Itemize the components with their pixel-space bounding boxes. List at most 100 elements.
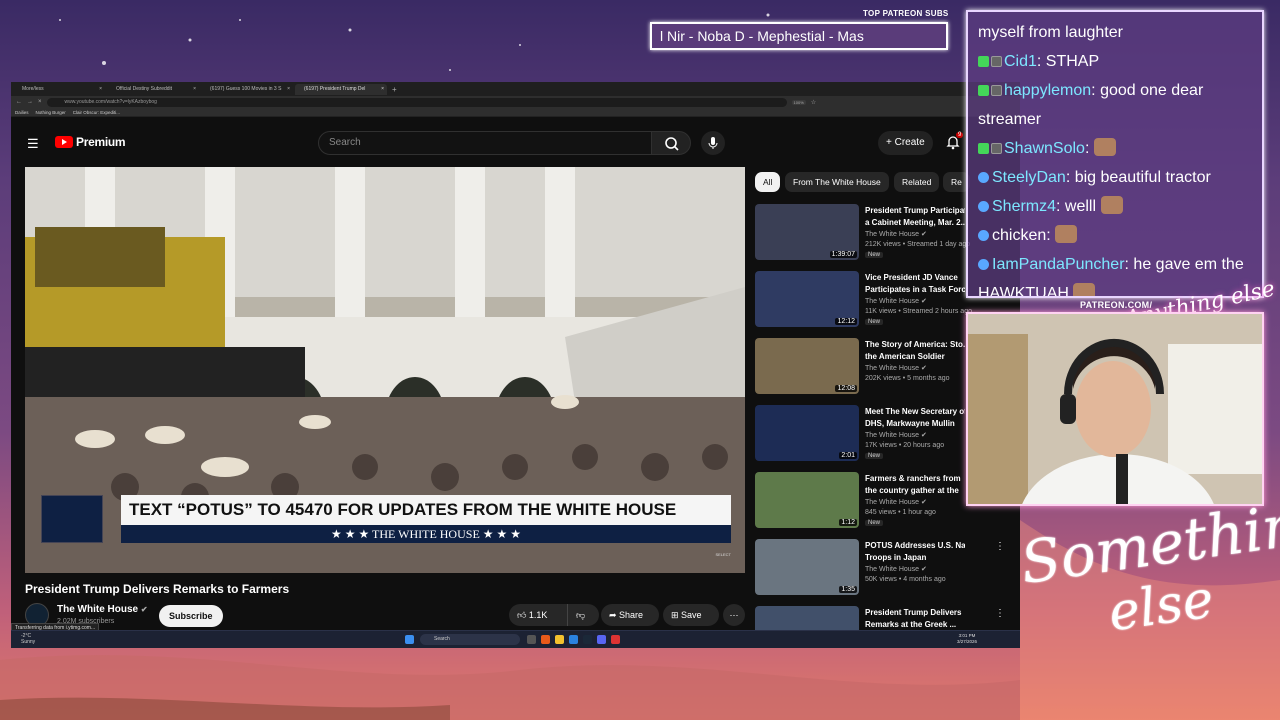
- logo-text: Premium: [76, 135, 126, 149]
- related-title-line2[interactable]: a Cabinet Meeting, Mar. 2...: [865, 217, 965, 229]
- kick-badge-icon: [978, 85, 989, 96]
- star-icon[interactable]: ☆: [811, 99, 816, 106]
- chat-username[interactable]: happylemon: [1004, 82, 1091, 99]
- stop-icon[interactable]: ×: [38, 99, 42, 105]
- firefox-icon[interactable]: [541, 635, 550, 644]
- related-channel[interactable]: The White House ✔: [865, 297, 927, 305]
- video-thumbnail[interactable]: 1:35: [755, 539, 859, 595]
- emote-icon: [1100, 196, 1123, 214]
- store-icon[interactable]: [569, 635, 578, 644]
- plus-icon: +: [886, 137, 895, 148]
- menu-icon[interactable]: ☰: [27, 137, 39, 150]
- video-thumbnail[interactable]: 1:12: [755, 472, 859, 528]
- chat-text: myself from laughter: [978, 24, 1123, 41]
- related-title-line2[interactable]: the American Soldier: [865, 351, 965, 363]
- close-icon[interactable]: ×: [99, 84, 102, 95]
- sub-badge-icon: [991, 85, 1002, 96]
- related-title-line2[interactable]: Participates in a Task Force: [865, 284, 965, 296]
- dislike-button[interactable]: 👎︎: [567, 604, 599, 626]
- taskbar-clock[interactable]: 3:01 PM 3/27/2026: [957, 633, 977, 645]
- chat-text: :: [1046, 227, 1051, 244]
- chip-all[interactable]: All: [755, 172, 781, 192]
- new-tab-button[interactable]: +: [392, 85, 397, 94]
- bookmarks-bar: Dailies Nothing Burger Clair Obscur: Exp…: [11, 108, 1020, 117]
- chat-username[interactable]: Shermz4: [992, 198, 1056, 215]
- related-title-line2[interactable]: Troops in Japan: [865, 552, 965, 564]
- more-options-icon[interactable]: ⋮: [995, 608, 1005, 619]
- chat-text: : STHAP: [1036, 53, 1100, 70]
- chat-username[interactable]: ShawnSolo: [1004, 140, 1085, 157]
- related-title[interactable]: The Story of America: Sto...: [865, 339, 965, 351]
- chip-related[interactable]: Related: [894, 172, 940, 192]
- chat-username[interactable]: Cid1: [1004, 53, 1037, 70]
- forward-icon[interactable]: →: [27, 99, 33, 105]
- related-title[interactable]: Farmers & ranchers from: [865, 473, 965, 485]
- related-title[interactable]: Meet The New Secretary of: [865, 406, 965, 418]
- chat-username[interactable]: IamPandaPuncher: [992, 256, 1125, 273]
- youtube-logo[interactable]: Premium: [55, 135, 126, 149]
- url-field[interactable]: www.youtube.com/watch?v=lyKAzboybog: [46, 97, 787, 107]
- share-icon: ➦: [609, 610, 620, 620]
- related-channel[interactable]: The White House ✔: [865, 565, 927, 573]
- close-icon[interactable]: ×: [287, 84, 290, 95]
- task-view-icon[interactable]: [527, 635, 536, 644]
- related-title[interactable]: President Trump Delivers: [865, 607, 965, 619]
- weather-widget[interactable]: -2°C Sunny: [21, 633, 35, 645]
- emote-icon: [1093, 138, 1116, 156]
- browser-tab[interactable]: Official Destiny Subreddit ×: [107, 84, 199, 95]
- steam-icon[interactable]: [583, 635, 592, 644]
- new-badge: New: [865, 252, 884, 258]
- lower-third-graphic: TEXT “POTUS” TO 45470 FOR UPDATES FROM T…: [41, 495, 731, 549]
- mic-button[interactable]: [701, 131, 725, 155]
- close-icon[interactable]: ×: [381, 84, 384, 95]
- search-button[interactable]: [651, 131, 691, 155]
- share-label: Share: [619, 610, 644, 620]
- channel-name[interactable]: The White House ✔: [57, 604, 148, 615]
- related-title-line2[interactable]: the country gather at the: [865, 485, 965, 497]
- video-thumbnail[interactable]: 12:12: [755, 271, 859, 327]
- discord-icon[interactable]: [597, 635, 606, 644]
- related-channel[interactable]: The White House ✔: [865, 431, 927, 439]
- like-button[interactable]: 👍︎ 1.1K: [509, 604, 567, 626]
- related-channel[interactable]: The White House ✔: [865, 364, 927, 372]
- video-thumbnail[interactable]: 1:39:07: [755, 204, 859, 260]
- close-icon[interactable]: ×: [193, 84, 196, 95]
- windows-start-icon[interactable]: [405, 635, 414, 644]
- chip-from-white-house[interactable]: From The White House: [785, 172, 889, 192]
- more-actions-button[interactable]: ⋯: [723, 604, 745, 626]
- bookmark-item[interactable]: Nothing Burger: [36, 110, 66, 115]
- create-button[interactable]: + Create: [878, 131, 933, 155]
- obs-icon[interactable]: [611, 635, 620, 644]
- emote-icon: [1073, 283, 1096, 296]
- taskbar-search[interactable]: Search: [420, 634, 520, 645]
- related-channel[interactable]: The White House ✔: [865, 498, 927, 506]
- browser-tab[interactable]: More/less ×: [13, 84, 105, 95]
- video-thumbnail[interactable]: 12:08: [755, 338, 859, 394]
- tab-label: More/less: [22, 85, 44, 92]
- related-meta: 50K views • 4 months ago: [865, 576, 946, 583]
- video-thumbnail[interactable]: 2:01: [755, 405, 859, 461]
- related-title[interactable]: President Trump Participates in: [865, 205, 965, 217]
- related-title[interactable]: Vice President JD Vance: [865, 272, 965, 284]
- related-title-line2[interactable]: DHS, Markwayne Mullin: [865, 418, 965, 430]
- subscribe-button[interactable]: Subscribe: [159, 605, 223, 627]
- bookmark-item[interactable]: Clair Obscur: Expediti...: [73, 110, 120, 115]
- back-icon[interactable]: ←: [16, 99, 22, 105]
- mod-badge-icon: [978, 172, 989, 183]
- more-options-icon[interactable]: ⋮: [995, 541, 1005, 552]
- search-input[interactable]: Search: [318, 131, 652, 155]
- chat-username[interactable]: SteelyDan: [992, 169, 1066, 186]
- file-explorer-icon[interactable]: [555, 635, 564, 644]
- browser-tab-active[interactable]: (6197) President Trump Del ×: [295, 83, 387, 95]
- save-button[interactable]: ⊞ Save: [663, 604, 719, 626]
- share-button[interactable]: ➦ Share: [601, 604, 659, 626]
- zoom-level[interactable]: 100%: [791, 99, 806, 105]
- browser-tab[interactable]: (6197) Guess 100 Movies in 3 S ×: [201, 84, 293, 95]
- related-title[interactable]: POTUS Addresses U.S. Navy: [865, 540, 965, 552]
- related-channel[interactable]: The White House ✔: [865, 230, 927, 238]
- bookmark-item[interactable]: Dailies: [15, 110, 29, 115]
- duration-badge: 12:12: [835, 318, 857, 325]
- video-player[interactable]: TEXT “POTUS” TO 45470 FOR UPDATES FROM T…: [25, 167, 745, 573]
- related-video-item[interactable]: 1:35 POTUS Addresses U.S. Navy Troops in J…: [755, 539, 1020, 601]
- chat-username[interactable]: chicken: [992, 227, 1046, 244]
